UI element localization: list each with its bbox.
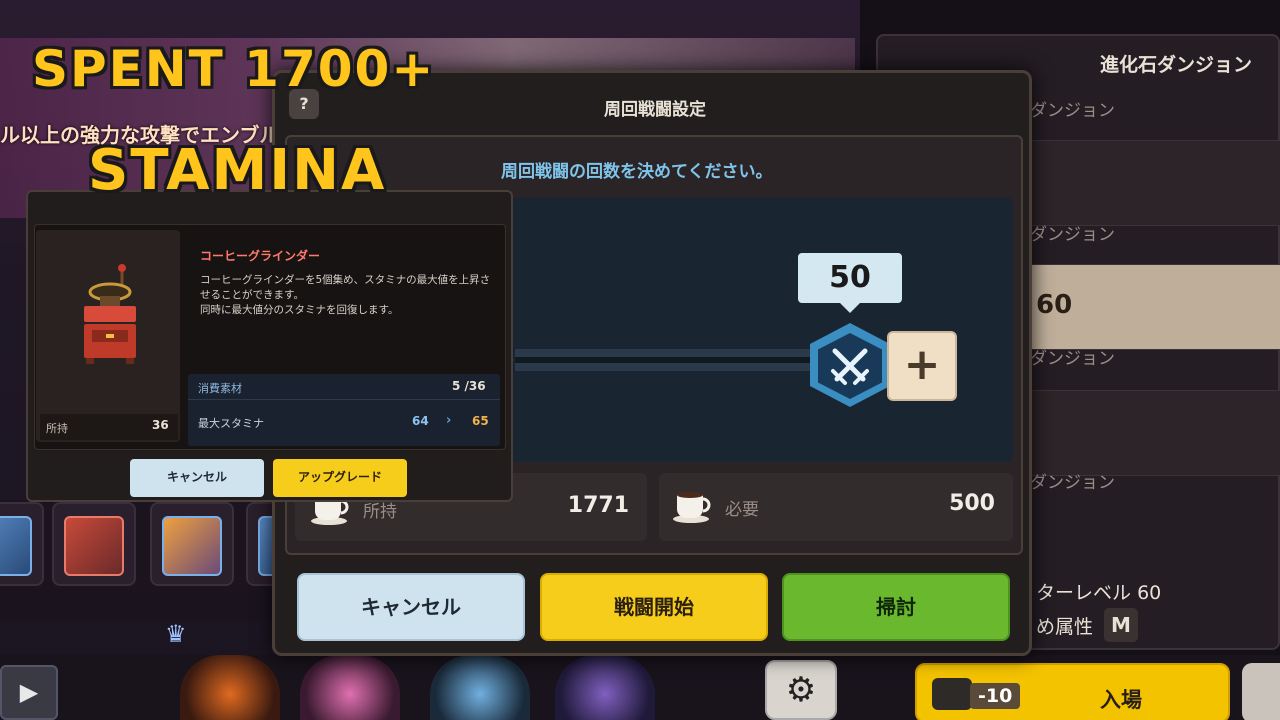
- material-label: 消費素材: [198, 382, 242, 395]
- dungeon-row-label: ダンジョン: [1030, 473, 1115, 493]
- weakness-attribute-label: め属性: [1036, 616, 1094, 638]
- dungeon-row-label: ダンジョン: [1030, 101, 1115, 121]
- crown-icon: ♛: [165, 620, 187, 648]
- max-stamina-next: 65: [472, 414, 489, 428]
- coffee-cup-icon: [932, 678, 972, 710]
- dungeon-row-label: ダンジョン: [1030, 225, 1115, 245]
- party-character: [300, 655, 400, 720]
- play-button[interactable]: ▶: [0, 665, 58, 720]
- coffee-grinder-icon: [84, 264, 136, 364]
- sweep-button[interactable]: 掃討: [782, 573, 1010, 641]
- enter-stamina-cost: -10: [970, 683, 1021, 709]
- stamina-required-value: 500: [949, 491, 995, 516]
- selected-stage-number: 60: [1036, 290, 1073, 320]
- enter-label: 入場: [1100, 688, 1142, 712]
- play-icon: ▶: [19, 678, 39, 706]
- crossed-swords-icon: [831, 348, 869, 385]
- dungeon-panel-title: 進化石ダンジョン: [1100, 54, 1253, 76]
- caption-line-2: STAMINA: [88, 138, 387, 203]
- dungeon-stage-card[interactable]: [1030, 390, 1280, 476]
- tooltip-arrow: [840, 303, 860, 313]
- upgrade-button[interactable]: アップグレード: [273, 459, 407, 497]
- material-value: 5 /36: [452, 379, 486, 393]
- owned-value: 36: [152, 418, 169, 432]
- hero-slot[interactable]: [150, 502, 234, 586]
- start-battle-button[interactable]: 戦闘開始: [540, 573, 768, 641]
- attribute-icon: M: [1104, 608, 1138, 642]
- side-button[interactable]: [1242, 663, 1280, 720]
- increase-count-button[interactable]: +: [887, 331, 957, 401]
- party-character: [180, 655, 280, 720]
- hero-slot[interactable]: [0, 502, 44, 586]
- dialog-instruction: 周回戦闘の回数を決めてください。: [501, 162, 773, 182]
- upgrade-cancel-button[interactable]: キャンセル: [130, 459, 264, 497]
- item-description: コーヒーグラインダーを5個集め、スタミナの最大値を上昇させることができます。 同…: [200, 274, 491, 316]
- gear-icon: ⚙: [785, 670, 817, 710]
- stamina-required-box: 必要 500: [659, 473, 1013, 541]
- chevron-right-icon: ›: [446, 413, 452, 428]
- monster-level: ターレベル 60: [1036, 582, 1162, 604]
- item-name: コーヒーグラインダー: [200, 249, 321, 263]
- coffee-cup-icon: [673, 492, 711, 523]
- stamina-required-label: 必要: [725, 500, 759, 520]
- dungeon-stage-card[interactable]: [1030, 140, 1280, 226]
- settings-button[interactable]: ⚙: [765, 660, 837, 720]
- cancel-button[interactable]: キャンセル: [297, 573, 525, 641]
- max-stamina-label: 最大スタミナ: [198, 417, 264, 430]
- party-character: [555, 655, 655, 720]
- count-slider-line: [515, 357, 815, 363]
- battle-count-value: 50: [798, 253, 902, 303]
- stamina-owned-value: 1771: [567, 493, 629, 518]
- caption-line-1: SPENT 1700+: [32, 40, 436, 98]
- dialog-title: 周回戦闘設定: [604, 100, 706, 120]
- owned-label: 所持: [46, 422, 68, 435]
- dungeon-row-label: ダンジョン: [1030, 349, 1115, 369]
- max-stamina-current: 64: [412, 414, 429, 428]
- party-character: [430, 655, 530, 720]
- hero-slot[interactable]: [52, 502, 136, 586]
